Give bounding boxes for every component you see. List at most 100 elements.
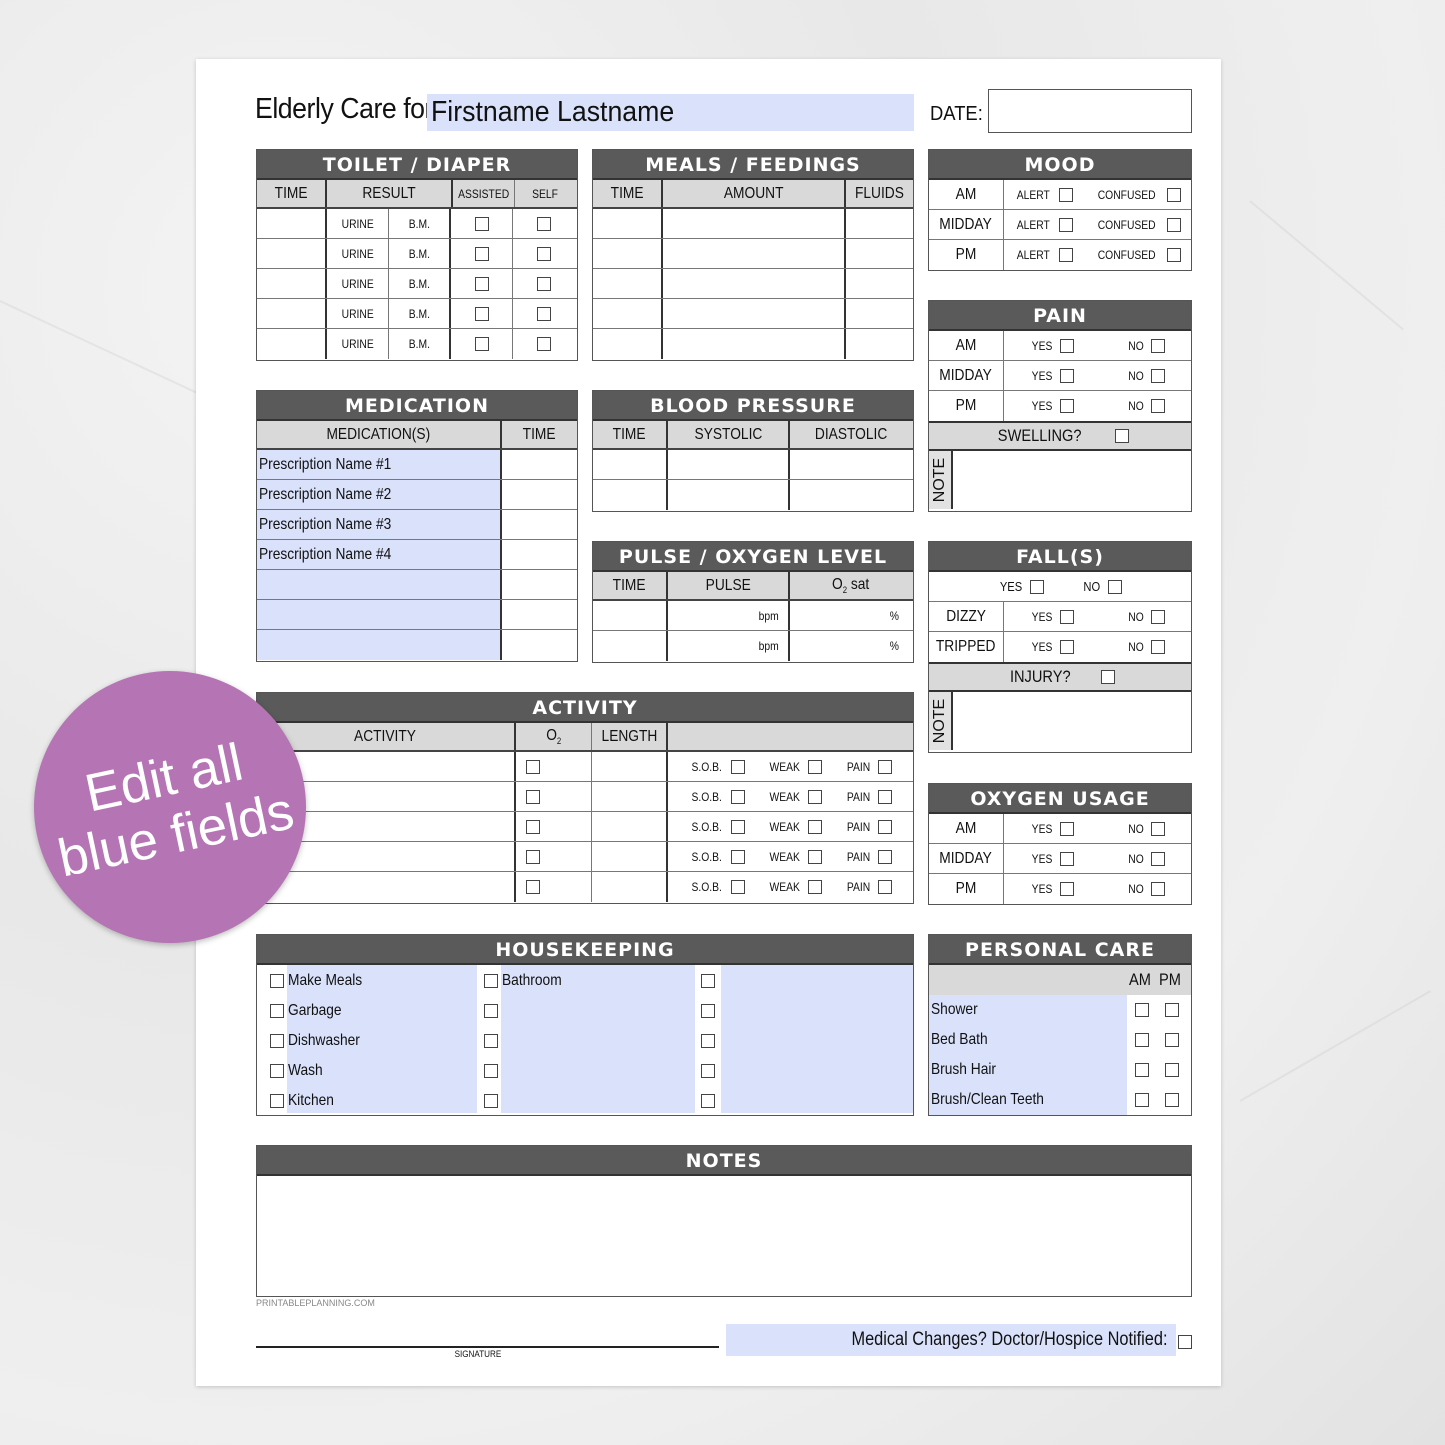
falls-note-field[interactable]	[953, 692, 1191, 750]
amount-field[interactable]	[663, 209, 846, 238]
assisted-checkbox[interactable]	[474, 306, 489, 321]
date-field[interactable]	[988, 89, 1192, 133]
fluids-field[interactable]	[846, 269, 912, 298]
diastolic-field[interactable]	[790, 480, 912, 510]
no-checkbox[interactable]	[1150, 399, 1165, 413]
sob-checkbox[interactable]	[730, 759, 745, 774]
bm-option[interactable]: B.M.	[389, 269, 451, 298]
medication-name-field[interactable]: Prescription Name #1	[257, 450, 502, 479]
swelling-checkbox[interactable]	[1114, 429, 1129, 443]
amount-field[interactable]	[663, 299, 846, 328]
medication-time-field[interactable]	[502, 480, 576, 509]
no-checkbox[interactable]	[1150, 338, 1165, 353]
fluids-field[interactable]	[846, 299, 912, 328]
housekeeping-checkbox[interactable]	[484, 1034, 498, 1048]
pain-checkbox[interactable]	[877, 819, 892, 834]
systolic-field[interactable]	[668, 480, 790, 510]
patient-name-field[interactable]: Firstname Lastname	[427, 94, 914, 131]
time-field[interactable]	[257, 269, 327, 298]
assisted-checkbox[interactable]	[474, 216, 489, 231]
confused-checkbox[interactable]	[1166, 187, 1181, 202]
no-checkbox[interactable]	[1150, 821, 1165, 836]
amount-field[interactable]	[663, 239, 846, 268]
yes-checkbox[interactable]	[1060, 399, 1075, 413]
yes-checkbox[interactable]	[1060, 609, 1075, 624]
pulse-field[interactable]: bpm	[668, 601, 790, 630]
housekeeping-item[interactable]	[484, 1001, 502, 1021]
medication-time-field[interactable]	[502, 540, 576, 569]
housekeeping-item[interactable]: Garbage	[270, 1001, 350, 1021]
time-field[interactable]	[593, 299, 663, 328]
housekeeping-item[interactable]	[701, 1061, 719, 1081]
time-field[interactable]	[257, 209, 327, 238]
signature-line[interactable]	[256, 1346, 719, 1348]
fluids-field[interactable]	[846, 239, 912, 268]
sob-checkbox[interactable]	[730, 819, 745, 834]
alert-checkbox[interactable]	[1058, 248, 1073, 262]
doctor-notified-checkbox[interactable]	[1178, 1335, 1192, 1349]
weak-checkbox[interactable]	[808, 880, 823, 894]
weak-checkbox[interactable]	[808, 849, 823, 864]
housekeeping-checkbox[interactable]	[270, 974, 284, 988]
housekeeping-checkbox[interactable]	[701, 1004, 715, 1018]
assisted-checkbox[interactable]	[474, 276, 489, 291]
o2-sat-field[interactable]: %	[790, 601, 912, 630]
housekeeping-item[interactable]: Wash	[270, 1061, 328, 1081]
notes-field[interactable]	[257, 1176, 1191, 1294]
housekeeping-checkbox[interactable]	[270, 1094, 284, 1108]
injury-checkbox[interactable]	[1101, 670, 1116, 684]
sob-checkbox[interactable]	[730, 789, 745, 804]
housekeeping-checkbox[interactable]	[701, 1094, 715, 1108]
yes-checkbox[interactable]	[1060, 821, 1075, 836]
housekeeping-item[interactable]	[701, 971, 719, 991]
pain-checkbox[interactable]	[877, 880, 892, 894]
housekeeping-item[interactable]	[701, 1001, 719, 1021]
pain-checkbox[interactable]	[877, 759, 892, 774]
pain-checkbox[interactable]	[877, 789, 892, 804]
am-checkbox[interactable]	[1135, 1093, 1149, 1107]
housekeeping-checkbox[interactable]	[270, 1004, 284, 1018]
urine-option[interactable]: URINE	[327, 299, 389, 328]
yes-checkbox[interactable]	[1060, 851, 1075, 866]
medical-changes-field[interactable]: Medical Changes? Doctor/Hospice Notified…	[726, 1324, 1176, 1356]
o2-checkbox[interactable]	[526, 849, 540, 864]
urine-option[interactable]: URINE	[327, 269, 389, 298]
time-field[interactable]	[593, 209, 663, 238]
falls-yes-checkbox[interactable]	[1030, 579, 1045, 594]
no-checkbox[interactable]	[1150, 640, 1165, 654]
weak-checkbox[interactable]	[808, 789, 823, 804]
alert-checkbox[interactable]	[1058, 187, 1073, 202]
am-checkbox[interactable]	[1135, 1033, 1149, 1047]
bm-option[interactable]: B.M.	[389, 209, 451, 238]
housekeeping-checkbox[interactable]	[484, 1064, 498, 1078]
bm-option[interactable]: B.M.	[389, 239, 451, 268]
time-field[interactable]	[593, 480, 668, 510]
time-field[interactable]	[593, 450, 668, 479]
personal-care-item-field[interactable]: Brush Hair	[929, 1055, 1127, 1085]
self-checkbox[interactable]	[536, 337, 551, 351]
medication-name-field[interactable]: Prescription Name #4	[257, 540, 502, 569]
urine-option[interactable]: URINE	[327, 209, 389, 238]
length-field[interactable]	[592, 812, 668, 841]
am-checkbox[interactable]	[1135, 1063, 1149, 1077]
medication-name-field[interactable]	[257, 570, 502, 599]
housekeeping-item[interactable]	[701, 1091, 719, 1111]
medication-name-field[interactable]: Prescription Name #2	[257, 480, 502, 509]
personal-care-item-field[interactable]: Bed Bath	[929, 1025, 1127, 1055]
length-field[interactable]	[592, 872, 668, 902]
length-field[interactable]	[592, 752, 668, 781]
pm-checkbox[interactable]	[1165, 1063, 1179, 1077]
housekeeping-item[interactable]	[484, 1091, 502, 1111]
pain-checkbox[interactable]	[877, 849, 892, 864]
medication-time-field[interactable]	[502, 570, 576, 599]
yes-checkbox[interactable]	[1060, 338, 1075, 353]
housekeeping-checkbox[interactable]	[701, 1064, 715, 1078]
time-field[interactable]	[593, 269, 663, 298]
bm-option[interactable]: B.M.	[389, 329, 451, 359]
urine-option[interactable]: URINE	[327, 329, 389, 359]
medication-time-field[interactable]	[502, 510, 576, 539]
yes-checkbox[interactable]	[1060, 882, 1075, 896]
assisted-checkbox[interactable]	[474, 337, 489, 351]
medication-time-field[interactable]	[502, 450, 576, 479]
pm-checkbox[interactable]	[1165, 1033, 1179, 1047]
